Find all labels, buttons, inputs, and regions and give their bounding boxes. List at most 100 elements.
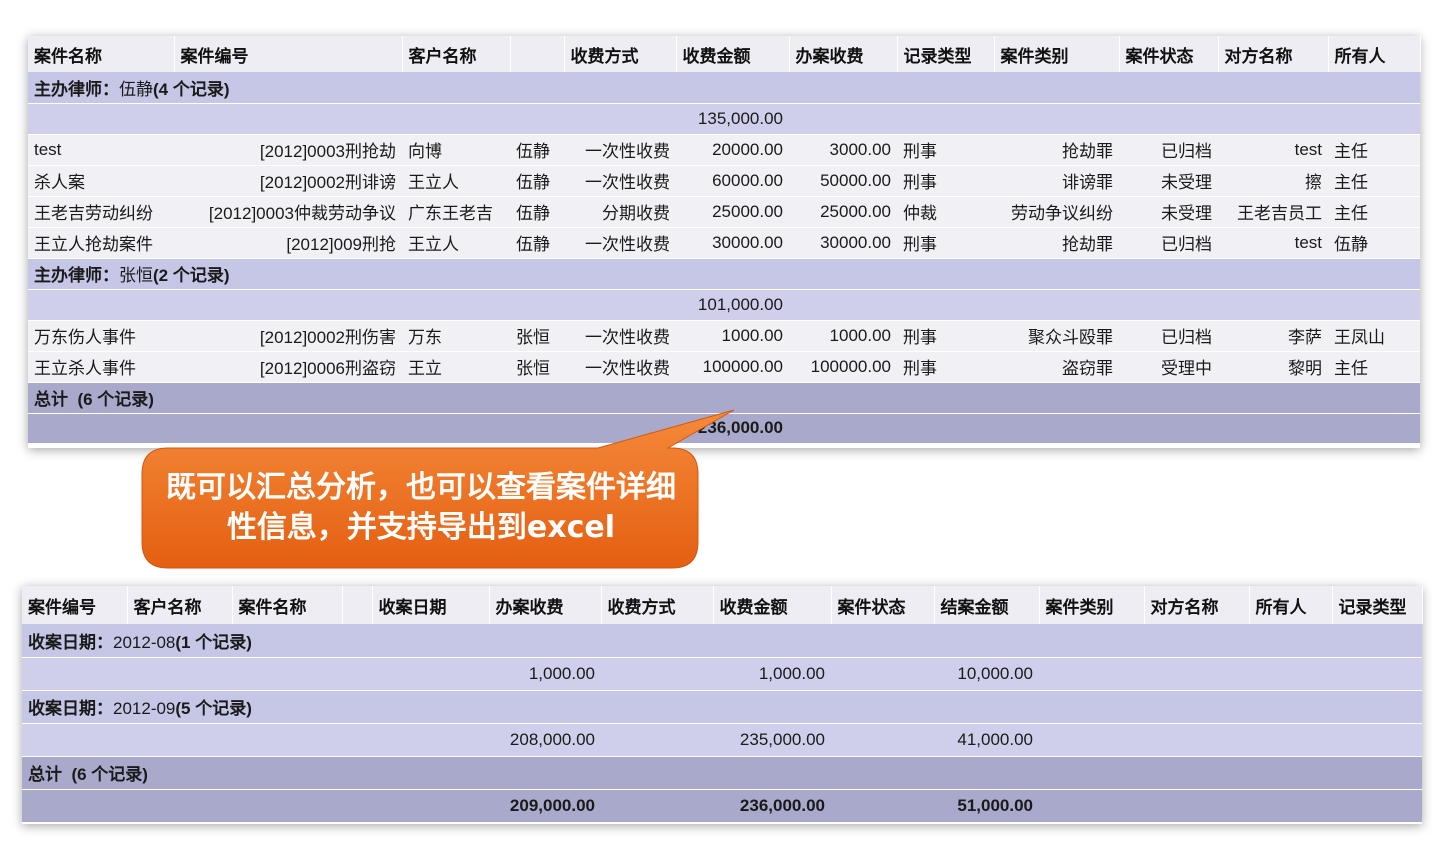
cell-opponent-name: test (1218, 227, 1328, 259)
grand-total-sum-row: 236,000.00 (28, 413, 1420, 443)
cell-charge-amount: 100000.00 (676, 351, 789, 383)
table-row[interactable]: test [2012]0003刑抢劫 向博 伍静 一次性收费 20000.00 … (28, 134, 1420, 166)
date-report-table: 案件编号 客户名称 案件名称 收案日期 办案收费 收费方式 收费金额 案件状态 … (22, 586, 1423, 822)
cell-case-status: 未受理 (1119, 165, 1218, 197)
col-header-client-name[interactable]: 客户名称 (127, 586, 233, 624)
cell-record-type: 刑事 (897, 165, 994, 197)
subtotal-charge-amount: 135,000.00 (676, 103, 789, 135)
col-header-charge-amount[interactable]: 收费金额 (713, 586, 832, 624)
col-header-case-number[interactable]: 案件编号 (174, 36, 403, 72)
col-header-handling-fee[interactable]: 办案收费 (789, 36, 898, 72)
col-header-closing-amount[interactable]: 结案金额 (934, 586, 1040, 624)
subtotal-charge-amount: 101,000.00 (676, 289, 789, 321)
table-header-row: 案件编号 客户名称 案件名称 收案日期 办案收费 收费方式 收费金额 案件状态 … (22, 586, 1423, 624)
cell-handling-fee: 25000.00 (789, 196, 897, 228)
col-header-blank[interactable] (342, 586, 373, 624)
total-label: 总计 (34, 390, 68, 409)
group-count: (1 个记录) (175, 632, 252, 652)
cell-case-number: [2012]009刑抢 (174, 227, 402, 259)
col-header-case-status[interactable]: 案件状态 (1119, 36, 1219, 72)
cell-case-category: 聚众斗殴罪 (994, 320, 1119, 352)
col-header-opponent-name[interactable]: 对方名称 (1218, 36, 1329, 72)
col-header-client-name[interactable]: 客户名称 (402, 36, 511, 72)
total-closing-amount: 51,000.00 (934, 789, 1039, 822)
grand-total-row: 总计 (6 个记录) (28, 382, 1420, 414)
cell-case-category: 抢劫罪 (994, 134, 1119, 166)
cell-charge-amount: 30000.00 (676, 227, 789, 259)
cell-charge-amount: 60000.00 (676, 165, 789, 197)
col-header-handling-fee[interactable]: 办案收费 (489, 586, 602, 624)
group-value: 2012-09 (113, 699, 176, 718)
cell-handling-fee: 1000.00 (789, 320, 897, 352)
col-header-case-name[interactable]: 案件名称 (28, 36, 175, 72)
cell-opponent-name: 王老吉员工 (1218, 196, 1328, 228)
cell-case-name: test (28, 134, 174, 166)
cell-case-category: 抢劫罪 (994, 227, 1119, 259)
subtotal-charge-amount: 1,000.00 (713, 657, 831, 691)
table-row[interactable]: 杀人案 [2012]0002刑诽谤 王立人 伍静 一次性收费 60000.00 … (28, 165, 1420, 197)
col-header-case-name[interactable]: 案件名称 (232, 586, 343, 624)
cell-opponent-name: test (1218, 134, 1328, 166)
cell-client-name: 王立 (402, 351, 510, 383)
lawyer-report-table: 案件名称 案件编号 客户名称 收费方式 收费金额 办案收费 记录类型 案件类别 … (28, 36, 1421, 443)
grand-total-row: 总计 (6 个记录) (22, 756, 1422, 790)
cell-record-type: 刑事 (897, 134, 994, 166)
cell-record-type: 刑事 (897, 351, 994, 383)
group-header-row: 收案日期：2012-08(1 个记录) (22, 624, 1422, 658)
cell-case-status: 受理中 (1119, 351, 1218, 383)
callout-text: 既可以汇总分析，也可以查看案件详细性信息，并支持导出到excel (166, 470, 676, 545)
group-label: 主办律师： (34, 79, 119, 99)
cell-lawyer: 伍静 (510, 196, 564, 228)
cell-lawyer: 伍静 (510, 134, 564, 166)
col-header-charge-amount[interactable]: 收费金额 (676, 36, 790, 72)
table-row[interactable]: 王立杀人事件 [2012]0006刑盗窃 王立 张恒 一次性收费 100000.… (28, 351, 1420, 383)
table-row[interactable]: 王立人抢劫案件 [2012]009刑抢 王立人 伍静 一次性收费 30000.0… (28, 227, 1420, 259)
cell-case-name: 王立人抢劫案件 (28, 227, 174, 259)
lawyer-grouped-report: 案件名称 案件编号 客户名称 收费方式 收费金额 办案收费 记录类型 案件类别 … (28, 36, 1421, 448)
col-header-opponent-name[interactable]: 对方名称 (1144, 586, 1250, 624)
cell-charge-amount: 25000.00 (676, 196, 789, 228)
col-header-record-type[interactable]: 记录类型 (1332, 586, 1423, 624)
cell-owner: 王凤山 (1328, 320, 1420, 352)
cell-client-name: 王立人 (402, 227, 510, 259)
col-header-owner[interactable]: 所有人 (1249, 586, 1333, 624)
group-count: (5 个记录) (175, 699, 252, 718)
subtotal-handling-fee: 1,000.00 (489, 657, 601, 691)
cell-owner: 主任 (1328, 196, 1420, 228)
group-label: 收案日期： (28, 632, 113, 652)
col-header-case-category[interactable]: 案件类别 (1039, 586, 1145, 624)
cell-record-type: 刑事 (897, 227, 994, 259)
cell-case-category: 盗窃罪 (994, 351, 1119, 383)
group-subtotal-row: 208,000.00 235,000.00 41,000.00 (22, 723, 1422, 757)
table-row[interactable]: 万东伤人事件 [2012]0002刑伤害 万东 张恒 一次性收费 1000.00… (28, 320, 1420, 352)
cell-client-name: 广东王老吉 (402, 196, 510, 228)
group-value: 2012-08 (113, 632, 176, 652)
group-header-row: 收案日期：2012-09(5 个记录) (22, 690, 1422, 724)
cell-record-type: 仲裁 (897, 196, 994, 228)
total-charge-amount: 236,000.00 (713, 789, 831, 822)
col-header-charge-method[interactable]: 收费方式 (601, 586, 714, 624)
group-header-row: 主办律师：张恒(2 个记录) (28, 258, 1420, 290)
col-header-case-status[interactable]: 案件状态 (831, 586, 935, 624)
table-header-row: 案件名称 案件编号 客户名称 收费方式 收费金额 办案收费 记录类型 案件类别 … (28, 36, 1421, 72)
cell-charge-method: 一次性收费 (564, 165, 676, 197)
cell-opponent-name: 黎明 (1218, 351, 1328, 383)
col-header-filing-date[interactable]: 收案日期 (372, 586, 490, 624)
group-count: (4 个记录) (153, 79, 230, 99)
col-header-case-number[interactable]: 案件编号 (22, 586, 128, 624)
cell-charge-method: 一次性收费 (564, 351, 676, 383)
col-header-charge-method[interactable]: 收费方式 (564, 36, 677, 72)
total-count: (6 个记录) (77, 390, 154, 409)
cell-lawyer: 张恒 (510, 320, 564, 352)
table-row[interactable]: 王老吉劳动纠纷 [2012]0003仲裁劳动争议 广东王老吉 伍静 分期收费 2… (28, 196, 1420, 228)
cell-case-number: [2012]0003刑抢劫 (174, 134, 402, 166)
col-header-lawyer[interactable] (510, 36, 565, 72)
col-header-owner[interactable]: 所有人 (1328, 36, 1421, 72)
cell-lawyer: 张恒 (510, 351, 564, 383)
group-value: 张恒 (119, 266, 153, 285)
total-handling-fee: 209,000.00 (489, 789, 601, 822)
cell-handling-fee: 50000.00 (789, 165, 897, 197)
col-header-record-type[interactable]: 记录类型 (897, 36, 995, 72)
col-header-case-category[interactable]: 案件类别 (994, 36, 1120, 72)
cell-case-category: 劳动争议纠纷 (994, 196, 1119, 228)
